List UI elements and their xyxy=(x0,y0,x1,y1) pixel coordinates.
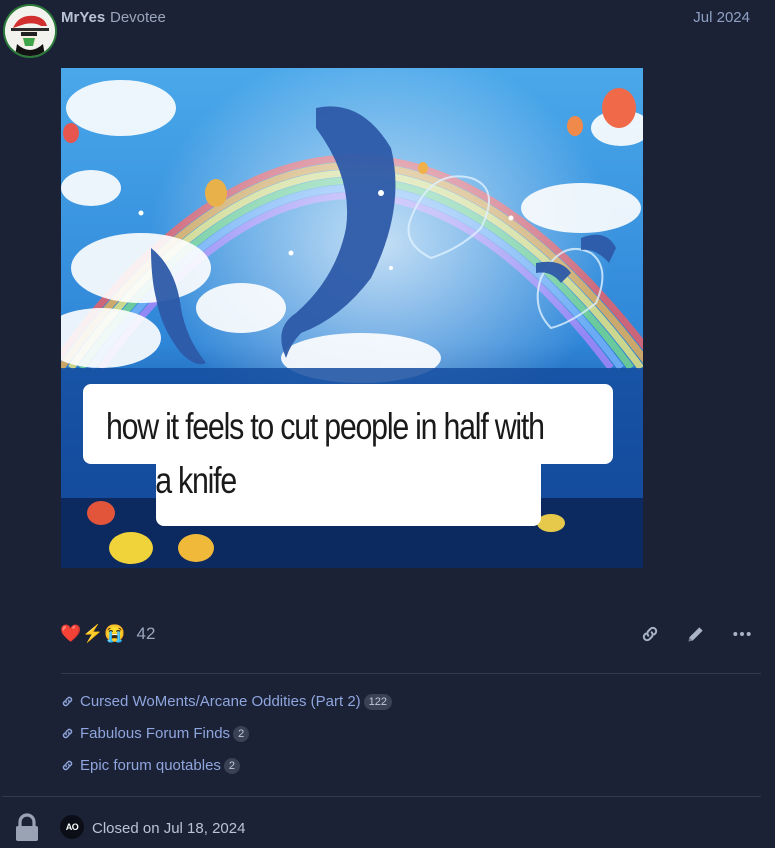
closed-notice: Closed on Jul 18, 2024 xyxy=(92,820,246,837)
linked-topic-title[interactable]: Epic forum quotables xyxy=(80,757,221,774)
linked-topic[interactable]: Cursed WoMents/Arcane Oddities (Part 2) … xyxy=(61,693,393,710)
heart-reaction[interactable]: ❤️ xyxy=(60,624,81,644)
avatar-image xyxy=(5,6,55,56)
reaction-count[interactable]: 42 xyxy=(137,624,156,644)
link-icon xyxy=(62,728,73,739)
reactions-bar[interactable]: ❤️ ⚡ 😭 42 xyxy=(60,622,155,646)
username[interactable]: MrYes xyxy=(61,9,105,26)
user-avatar[interactable] xyxy=(5,6,55,56)
linked-topic-count: 2 xyxy=(233,725,250,742)
linked-topic-count: 2 xyxy=(223,757,241,774)
more-options-button[interactable] xyxy=(730,622,754,646)
caption-line-2: a knife xyxy=(155,460,237,501)
linked-topic-title[interactable]: Fabulous Forum Finds xyxy=(80,725,230,742)
closer-avatar[interactable]: AO xyxy=(60,815,84,839)
lightning-reaction[interactable]: ⚡ xyxy=(82,624,103,644)
ellipsis-icon xyxy=(733,632,751,636)
linked-topic[interactable]: Fabulous Forum Finds 2 xyxy=(61,725,250,742)
copy-link-button[interactable] xyxy=(638,622,662,646)
link-icon xyxy=(642,626,658,642)
link-icon xyxy=(62,760,73,771)
linked-topic-count: 122 xyxy=(363,693,393,710)
section-divider xyxy=(2,796,761,797)
pencil-icon xyxy=(688,627,703,642)
lock-icon xyxy=(14,813,40,843)
post-date[interactable]: Jul 2024 xyxy=(693,9,750,26)
linked-topic-title[interactable]: Cursed WoMents/Arcane Oddities (Part 2) xyxy=(80,693,361,710)
user-title: Devotee xyxy=(110,9,166,26)
post-image[interactable]: how it feels to cut people in half with … xyxy=(61,68,643,568)
edit-button[interactable] xyxy=(684,622,708,646)
link-icon xyxy=(62,696,73,707)
linked-topic[interactable]: Epic forum quotables 2 xyxy=(61,757,241,774)
post-divider xyxy=(61,673,761,674)
meme-caption: how it feels to cut people in half with … xyxy=(106,400,545,508)
caption-line-1: how it feels to cut people in half with xyxy=(106,406,545,447)
crying-reaction[interactable]: 😭 xyxy=(104,624,125,644)
